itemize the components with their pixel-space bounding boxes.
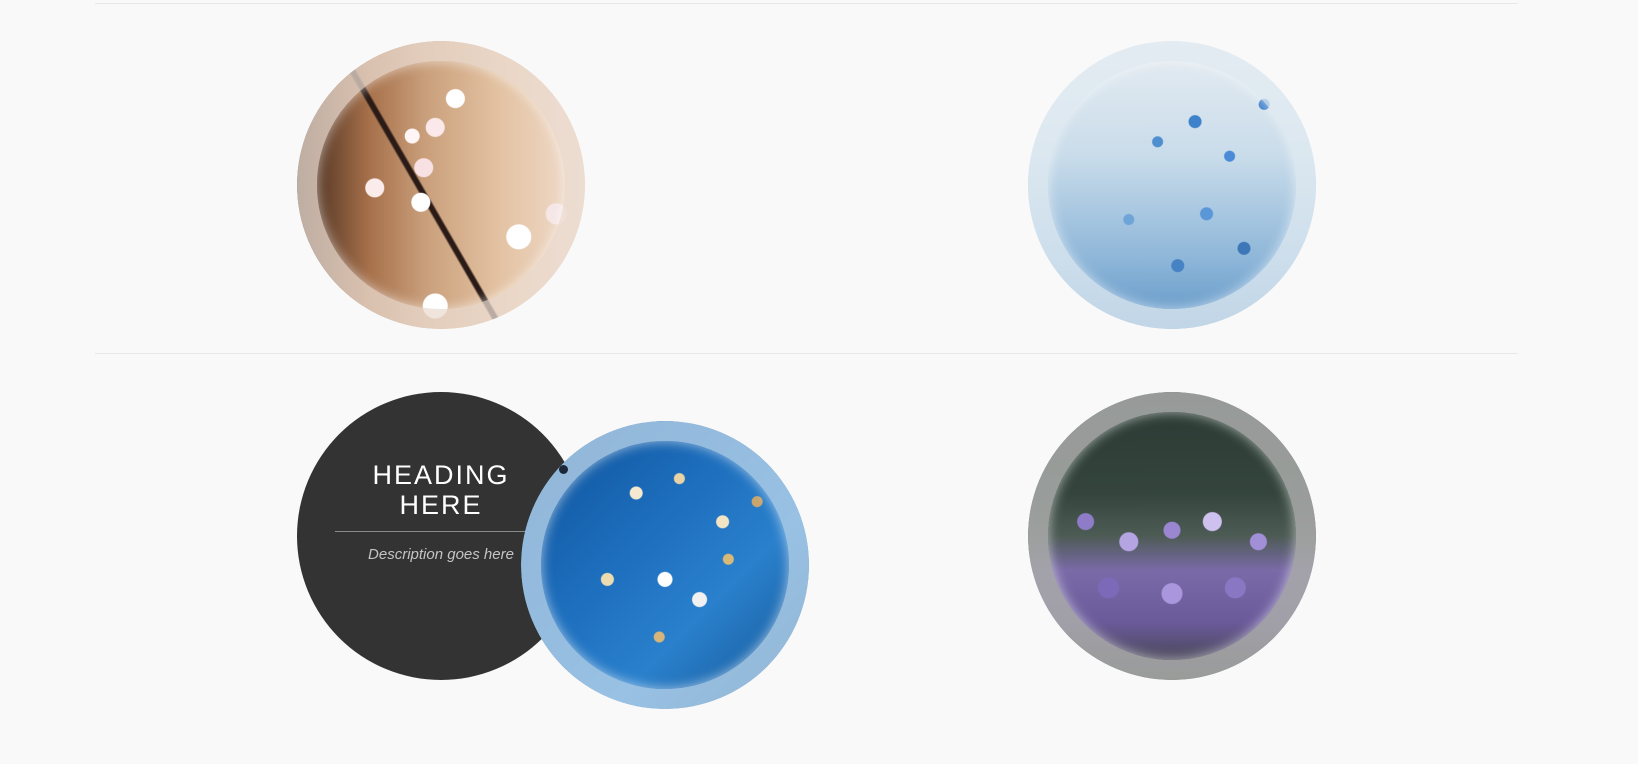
top-divider <box>95 3 1518 4</box>
gallery-item-purple-flowers[interactable] <box>1028 392 1316 680</box>
page: Heading here Description goes here <box>0 0 1638 764</box>
photo-ring <box>1028 392 1316 680</box>
photo-ring <box>297 41 585 329</box>
row-divider <box>95 353 1518 354</box>
gallery-item-blue-flowers[interactable] <box>1028 41 1316 329</box>
gallery-item-blossom[interactable] <box>297 41 585 329</box>
cursor-dot-icon <box>559 465 568 474</box>
photo-ring <box>1028 41 1316 329</box>
caption-rule <box>335 531 547 532</box>
caption-heading: Heading here <box>372 460 510 520</box>
gallery-item-bokeh-branches[interactable] <box>521 421 809 709</box>
caption-description: Description goes here <box>368 546 514 563</box>
